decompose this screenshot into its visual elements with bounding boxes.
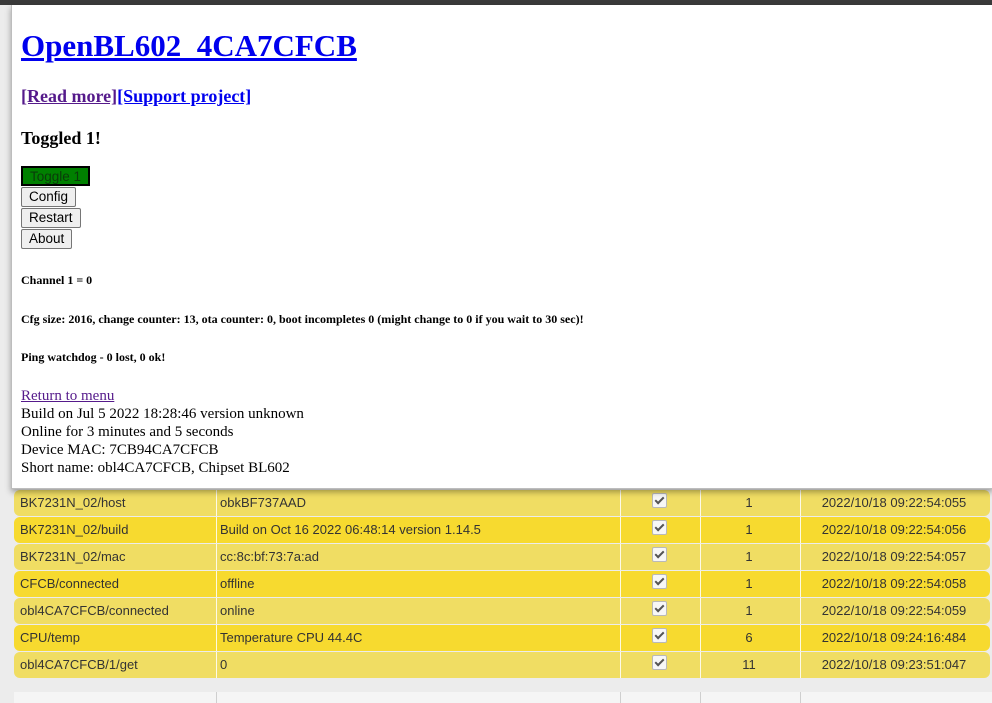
header-links: [Read more][Support project]: [21, 85, 251, 107]
read-more-link[interactable]: [Read more]: [21, 86, 117, 106]
retained-cell: [644, 625, 674, 651]
value-cell: online: [220, 603, 255, 618]
retained-cell: [644, 652, 674, 678]
column-divider: [700, 571, 701, 597]
count-cell: 1: [745, 549, 753, 564]
column-divider: [216, 598, 217, 624]
mqtt-messages-table: BK7231N_02/1/get012022/10/18 09:22:54:05…: [14, 463, 992, 703]
table-row[interactable]: CPU/temp Temperature CPU 44.4C 6 2022/10/18…: [14, 625, 990, 651]
timestamp-cell: 2022/10/18 09:23:51:047: [821, 657, 967, 672]
column-divider: [620, 652, 621, 678]
column-divider: [216, 625, 217, 651]
table-row[interactable]: BK7231N_02/build Build on Oct 16 2022 06:…: [14, 517, 990, 543]
topic-cell: BK7231N_02/build: [20, 522, 129, 537]
column-divider: [700, 544, 701, 570]
value-cell: offline: [220, 576, 255, 591]
about-button[interactable]: About: [21, 229, 73, 249]
column-divider: [216, 571, 217, 597]
uptime-info: Online for 3 minutes and 5 seconds: [21, 424, 234, 440]
column-divider: [216, 490, 217, 516]
column-divider: [800, 598, 801, 624]
device-mac-info: Device MAC: 7CB94CA7CFCB: [21, 442, 219, 458]
column-divider: [700, 598, 701, 624]
retained-cell: [644, 571, 674, 597]
count-cell: 1: [745, 495, 753, 510]
count-cell: 11: [742, 657, 756, 672]
column-divider: [800, 571, 801, 597]
checkmark-icon: [651, 628, 667, 644]
column-divider: [620, 544, 621, 570]
device-web-page: OpenBL602_4CA7CFCB [Read more][Support p…: [11, 5, 992, 489]
count-cell: 6: [745, 630, 753, 645]
device-title-link[interactable]: OpenBL602_4CA7CFCB: [21, 28, 357, 63]
table-row[interactable]: obl4CA7CFCB/1/get 0 11 2022/10/18 09:23:51:…: [14, 652, 990, 678]
topic-cell: obl4CA7CFCB/1/get: [20, 657, 138, 672]
count-cell: 1: [745, 603, 753, 618]
timestamp-cell: 2022/10/18 09:22:54:058: [821, 576, 967, 591]
checkmark-icon: [651, 655, 667, 671]
retained-cell: [644, 598, 674, 624]
column-divider: [800, 625, 801, 651]
short-name-info: Short name: obl4CA7CFCB, Chipset BL602: [21, 460, 290, 476]
column-divider: [800, 490, 801, 516]
value-cell: cc:8c:bf:73:7a:ad: [220, 549, 320, 564]
column-divider: [216, 544, 217, 570]
ping-watchdog-status: Ping watchdog - 0 lost, 0 ok!: [21, 350, 166, 364]
column-divider: [700, 652, 701, 678]
status-heading: Toggled 1!: [21, 128, 101, 148]
cfg-status: Cfg size: 2016, change counter: 13, ota …: [21, 312, 584, 326]
column-divider: [620, 571, 621, 597]
checkmark-icon: [651, 547, 667, 563]
checkmark-icon: [651, 493, 667, 509]
topic-cell: obl4CA7CFCB/connected: [20, 603, 169, 618]
build-info: Build on Jul 5 2022 18:28:46 version unk…: [21, 406, 304, 422]
topic-cell: CFCB/connected: [20, 576, 119, 591]
topic-cell: BK7231N_02/host: [20, 495, 126, 510]
count-cell: 1: [745, 576, 753, 591]
count-cell: 1: [745, 522, 753, 537]
retained-cell: [644, 490, 674, 516]
return-to-menu-link[interactable]: Return to menu: [21, 387, 114, 405]
value-cell: obkBF737AAD: [220, 495, 306, 510]
timestamp-cell: 2022/10/18 09:24:16:484: [821, 630, 967, 645]
column-divider: [620, 517, 621, 543]
channel-status: Channel 1 = 0: [21, 273, 93, 287]
toggle-1-button[interactable]: Toggle 1: [21, 166, 91, 186]
page-title: OpenBL602_4CA7CFCB: [21, 28, 357, 64]
timestamp-cell: 2022/10/18 09:22:54:056: [821, 522, 967, 537]
config-button[interactable]: Config: [21, 187, 77, 207]
column-divider: [620, 598, 621, 624]
checkmark-icon: [651, 520, 667, 536]
column-divider: [216, 517, 217, 543]
table-bottom-edge: [14, 692, 992, 703]
retained-cell: [644, 517, 674, 543]
column-divider: [800, 517, 801, 543]
support-project-link[interactable]: [Support project]: [117, 86, 251, 106]
topic-cell: BK7231N_02/mac: [20, 549, 126, 564]
table-row[interactable]: BK7231N_02/host obkBF737AAD 1 2022/10/18 09…: [14, 490, 990, 516]
column-divider: [216, 652, 217, 678]
checkmark-icon: [651, 601, 667, 617]
value-cell: 0: [220, 657, 228, 672]
checkmark-icon: [651, 574, 667, 590]
column-divider: [700, 490, 701, 516]
table-row[interactable]: obl4CA7CFCB/connected online 1 2022/10/18 0…: [14, 598, 990, 624]
column-divider: [620, 490, 621, 516]
column-divider: [800, 544, 801, 570]
column-divider: [700, 517, 701, 543]
retained-cell: [644, 544, 674, 570]
column-divider: [700, 625, 701, 651]
timestamp-cell: 2022/10/18 09:22:54:059: [821, 603, 967, 618]
table-row[interactable]: BK7231N_02/mac cc:8c:bf:73:7a:ad 1 2022/10/…: [14, 544, 990, 570]
topic-cell: CPU/temp: [20, 630, 80, 645]
column-divider: [800, 652, 801, 678]
value-cell: Build on Oct 16 2022 06:48:14 version 1.…: [220, 522, 481, 537]
table-row[interactable]: CFCB/connected offline 1 2022/10/18 09:22:5…: [14, 571, 990, 597]
restart-button[interactable]: Restart: [21, 208, 81, 228]
timestamp-cell: 2022/10/18 09:22:54:057: [821, 549, 967, 564]
column-divider: [620, 625, 621, 651]
value-cell: Temperature CPU 44.4C: [220, 630, 363, 645]
timestamp-cell: 2022/10/18 09:22:54:055: [821, 495, 967, 510]
